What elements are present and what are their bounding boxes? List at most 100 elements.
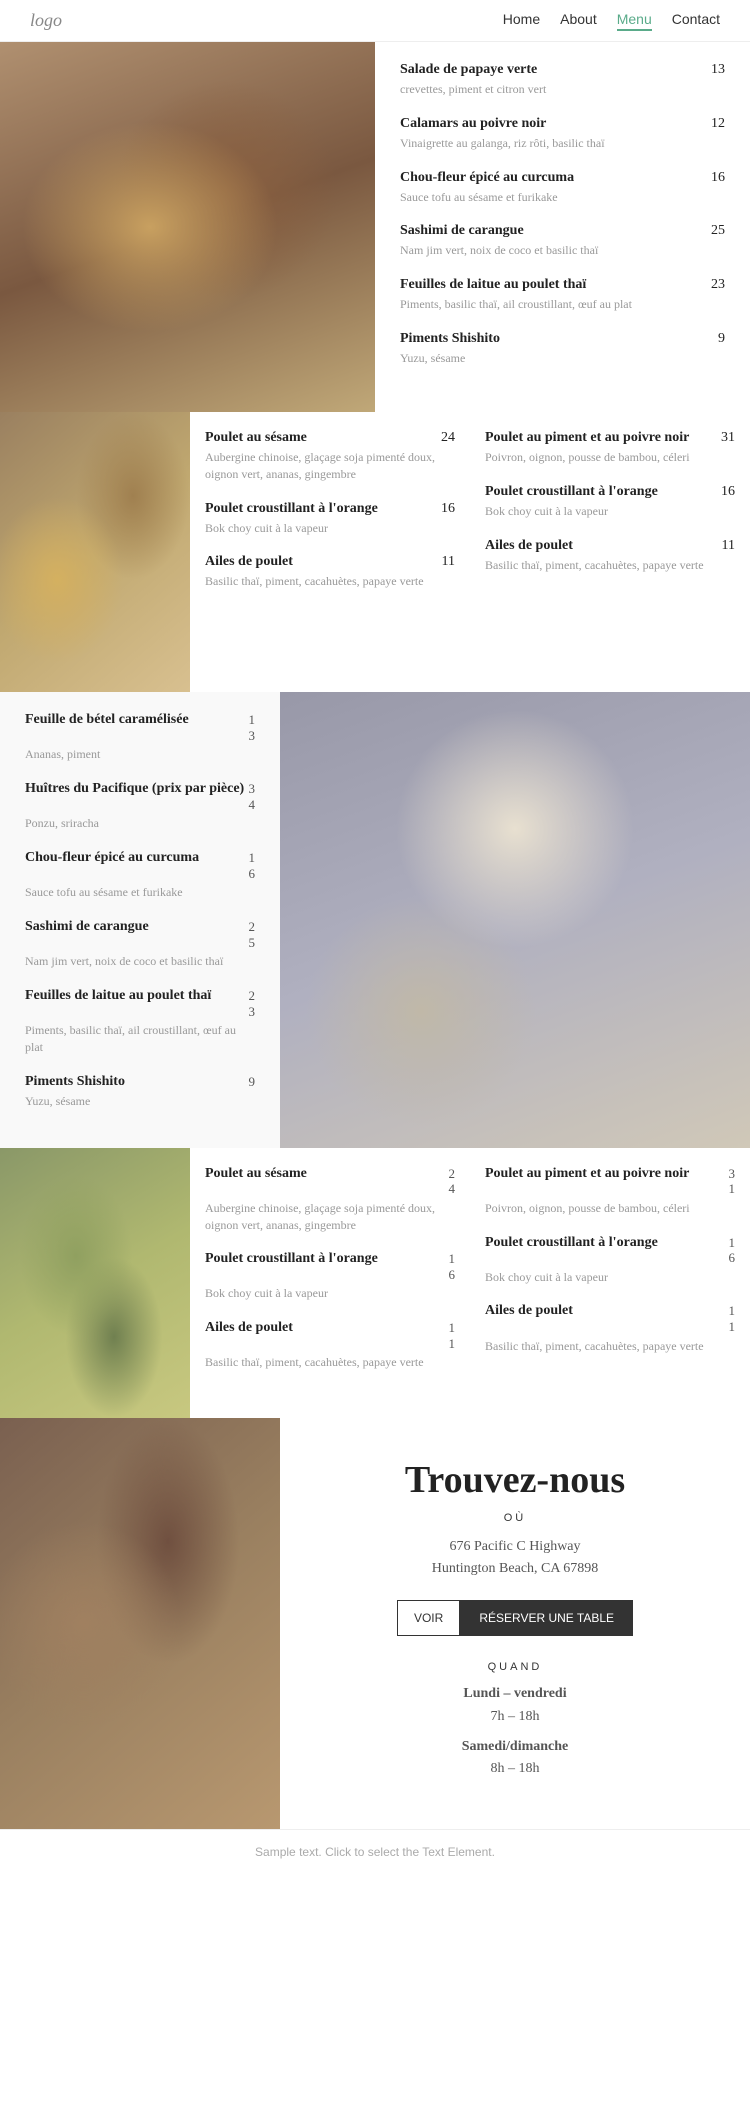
section-2: Poulet au sésame 24 Aubergine chinoise, … <box>0 412 750 692</box>
item-desc: Poivron, oignon, pousse de bambou, céler… <box>485 449 735 466</box>
menu-item: Poulet au sésame 24 Aubergine chinoise, … <box>205 1166 455 1234</box>
item-price: 31 <box>721 430 735 446</box>
item-desc: Basilic thaï, piment, cacahuètes, papaye… <box>205 1354 455 1371</box>
menu-item: Piments Shishito 9 Yuzu, sésame <box>400 331 725 367</box>
menu-two-col-1: Poulet au sésame 24 Aubergine chinoise, … <box>190 412 750 692</box>
menu-item: Feuilles de laitue au poulet thaï 23 Pim… <box>400 277 725 313</box>
restaurant-img-2 <box>0 412 190 692</box>
item-name: Poulet au piment et au poivre noir <box>485 1166 689 1182</box>
menu-two-col-2: Poulet au sésame 24 Aubergine chinoise, … <box>190 1148 750 1418</box>
item-name: Sashimi de carangue <box>25 919 149 935</box>
item-price: 23 <box>711 277 725 293</box>
item-price: 13 <box>711 62 725 78</box>
navbar: logo Home About Menu Contact <box>0 0 750 42</box>
hours: Lundi – vendredi7h – 18hSamedi/dimanche8… <box>310 1683 720 1781</box>
nav-home[interactable]: Home <box>503 11 540 31</box>
item-price: 11 <box>722 538 735 554</box>
outdoor-img <box>0 1148 190 1418</box>
item-price: 16 <box>729 1235 736 1266</box>
where-label: OÙ <box>310 1512 720 1524</box>
menu-item: Ailes de poulet 11 Basilic thaï, piment,… <box>485 1303 735 1354</box>
item-name: Ailes de poulet <box>205 554 293 570</box>
nav-links: Home About Menu Contact <box>503 11 720 31</box>
nav-about[interactable]: About <box>560 11 597 31</box>
menu-item: Sashimi de carangue 25 Nam jim vert, noi… <box>400 223 725 259</box>
address-line2: Huntington Beach, CA 67898 <box>432 1561 598 1576</box>
voir-button[interactable]: VOIR <box>397 1600 460 1636</box>
item-price: 12 <box>711 116 725 132</box>
item-desc: Ponzu, sriracha <box>25 815 255 832</box>
menu-item: Ailes de poulet 11 Basilic thaï, piment,… <box>205 554 455 590</box>
menu-item: Feuilles de laitue au poulet thaï 23 Pim… <box>25 988 255 1056</box>
menu-item: Poulet au piment et au poivre noir 31 Po… <box>485 1166 735 1217</box>
find-us-title: Trouvez-nous <box>310 1458 720 1502</box>
when-label: QUAND <box>310 1661 720 1673</box>
item-name: Chou-fleur épicé au curcuma <box>400 170 574 186</box>
nav-contact[interactable]: Contact <box>672 11 720 31</box>
menu-item: Salade de papaye verte 13 crevettes, pim… <box>400 62 725 98</box>
item-price: 16 <box>711 170 725 186</box>
item-name: Ailes de poulet <box>485 538 573 554</box>
restaurant-photo-1 <box>0 412 190 692</box>
item-desc: Yuzu, sésame <box>400 350 725 367</box>
menu-col-right-2: Poulet au piment et au poivre noir 31 Po… <box>470 1148 750 1418</box>
item-name: Piments Shishito <box>400 331 500 347</box>
reserver-button[interactable]: RÉSERVER UNE TABLE <box>460 1600 633 1636</box>
hero-image <box>0 42 375 412</box>
address-line1: 676 Pacific C Highway <box>449 1539 580 1554</box>
item-price: 31 <box>729 1166 736 1197</box>
menu-item: Sashimi de carangue 25 Nam jim vert, noi… <box>25 919 255 970</box>
section-hero: Salade de papaye verte 13 crevettes, pim… <box>0 42 750 412</box>
menu-list-left: Feuille de bétel caramélisée 13 Ananas, … <box>0 692 280 1148</box>
food-photo-1 <box>0 42 375 412</box>
item-desc: Bok choy cuit à la vapeur <box>205 1285 455 1302</box>
item-name: Calamars au poivre noir <box>400 116 546 132</box>
menu-item: Ailes de poulet 11 Basilic thaï, piment,… <box>485 538 735 574</box>
item-price: 16 <box>249 850 256 881</box>
item-name: Poulet au piment et au poivre noir <box>485 430 689 446</box>
find-us-content: Trouvez-nous OÙ 676 Pacific C Highway Hu… <box>280 1418 750 1829</box>
item-price: 9 <box>718 331 725 347</box>
item-desc: Basilic thaï, piment, cacahuètes, papaye… <box>485 1338 735 1355</box>
item-name: Poulet au sésame <box>205 430 307 446</box>
item-name: Poulet croustillant à l'orange <box>205 1251 378 1267</box>
item-price: 16 <box>441 501 455 517</box>
item-price: 13 <box>249 712 256 743</box>
item-name: Huîtres du Pacifique (prix par pièce) <box>25 781 244 797</box>
menu-item: Poulet croustillant à l'orange 16 Bok ch… <box>485 1235 735 1286</box>
item-price: 16 <box>721 484 735 500</box>
nav-menu[interactable]: Menu <box>617 11 652 31</box>
item-name: Ailes de poulet <box>205 1320 293 1336</box>
menu-item: Calamars au poivre noir 12 Vinaigrette a… <box>400 116 725 152</box>
item-price: 16 <box>449 1251 456 1282</box>
item-name: Sashimi de carangue <box>400 223 524 239</box>
item-desc: Bok choy cuit à la vapeur <box>485 503 735 520</box>
item-price: 34 <box>249 781 256 812</box>
logo: logo <box>30 10 62 31</box>
outdoor-photo <box>0 1148 190 1418</box>
item-desc: Sauce tofu au sésame et furikake <box>400 189 725 206</box>
item-desc: crevettes, piment et citron vert <box>400 81 725 98</box>
waiter-img <box>0 1418 280 1829</box>
restaurant-img-3 <box>280 692 750 1148</box>
menu-col-right-1: Poulet au piment et au poivre noir 31 Po… <box>470 412 750 692</box>
item-name: Ailes de poulet <box>485 1303 573 1319</box>
waiter-photo <box>0 1418 280 1829</box>
item-name: Feuilles de laitue au poulet thaï <box>25 988 211 1004</box>
item-name: Feuilles de laitue au poulet thaï <box>400 277 586 293</box>
hours-entry: Lundi – vendredi7h – 18h <box>310 1683 720 1728</box>
item-price: 11 <box>449 1320 456 1351</box>
item-desc: Aubergine chinoise, glaçage soja pimenté… <box>205 1200 455 1234</box>
menu-item: Poulet croustillant à l'orange 16 Bok ch… <box>205 501 455 537</box>
item-desc: Basilic thaï, piment, cacahuètes, papaye… <box>485 557 735 574</box>
item-desc: Basilic thaï, piment, cacahuètes, papaye… <box>205 573 455 590</box>
item-desc: Nam jim vert, noix de coco et basilic th… <box>400 242 725 259</box>
menu-item: Poulet au piment et au poivre noir 31 Po… <box>485 430 735 466</box>
item-desc: Poivron, oignon, pousse de bambou, céler… <box>485 1200 735 1217</box>
section-4: Poulet au sésame 24 Aubergine chinoise, … <box>0 1148 750 1418</box>
item-price: 25 <box>249 919 256 950</box>
item-desc: Yuzu, sésame <box>25 1093 255 1110</box>
menu-col-left-2: Poulet au sésame 24 Aubergine chinoise, … <box>190 1148 470 1418</box>
item-price: 24 <box>441 430 455 446</box>
menu-item: Poulet croustillant à l'orange 16 Bok ch… <box>205 1251 455 1302</box>
